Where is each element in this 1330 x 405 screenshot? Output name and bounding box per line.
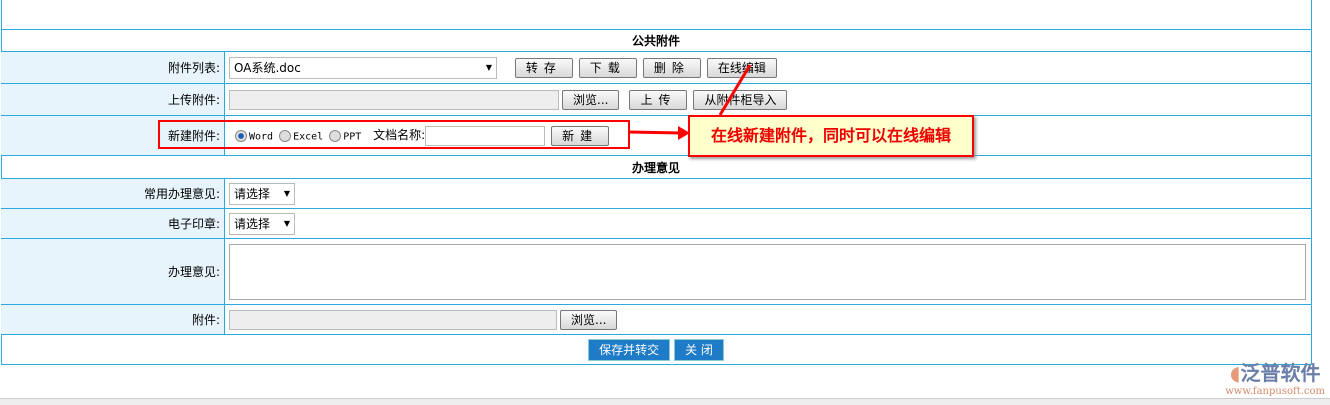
seal-label: 电子印章:: [1, 208, 225, 239]
common-opinion-value: 请选择: [234, 186, 271, 201]
logo-url: www.fanpusoft.com: [1225, 386, 1325, 397]
highlight-box: [158, 120, 630, 149]
browse-button[interactable]: 浏览...: [562, 89, 620, 110]
chevron-down-icon: ▼: [283, 188, 290, 198]
chevron-down-icon: ▼: [283, 218, 290, 228]
logo: ◖泛普软件 www.fanpusoft.com: [1200, 357, 1325, 397]
attachment-list-select[interactable]: OA系统.doc ▼: [229, 56, 497, 79]
section-title-processing: 办理意见: [1, 155, 1311, 179]
processing-browse-button[interactable]: 浏览...: [560, 309, 618, 330]
chevron-down-icon: ▼: [485, 62, 492, 72]
annotation-callout: 在线新建附件，同时可以在线编辑: [688, 115, 974, 157]
close-button[interactable]: 关 闭: [674, 338, 724, 361]
common-opinion-select[interactable]: 请选择 ▼: [229, 182, 295, 205]
opinion-textarea[interactable]: [229, 243, 1306, 300]
upload-file-input[interactable]: [229, 89, 559, 110]
section-title-attachments: 公共附件: [1, 29, 1311, 52]
logo-name: 泛普软件: [1240, 361, 1321, 385]
seal-select[interactable]: 请选择 ▼: [229, 212, 295, 235]
arrow-up-icon: [718, 64, 752, 116]
upload-label: 上传附件:: [1, 83, 225, 116]
logo-mark-icon: ◖: [1230, 361, 1241, 385]
save-button[interactable]: 转存: [514, 57, 573, 78]
opinion-label: 办理意见:: [1, 238, 225, 305]
save-and-forward-button[interactable]: 保存并转交: [588, 338, 671, 361]
attachment-list-label: 附件列表:: [1, 51, 225, 84]
processing-attachment-label: 附件:: [1, 304, 225, 335]
processing-file-input[interactable]: [229, 309, 557, 330]
common-opinion-label: 常用办理意见:: [1, 178, 225, 209]
selected-attachment: OA系统.doc: [234, 60, 301, 75]
seal-value: 请选择: [234, 216, 271, 231]
